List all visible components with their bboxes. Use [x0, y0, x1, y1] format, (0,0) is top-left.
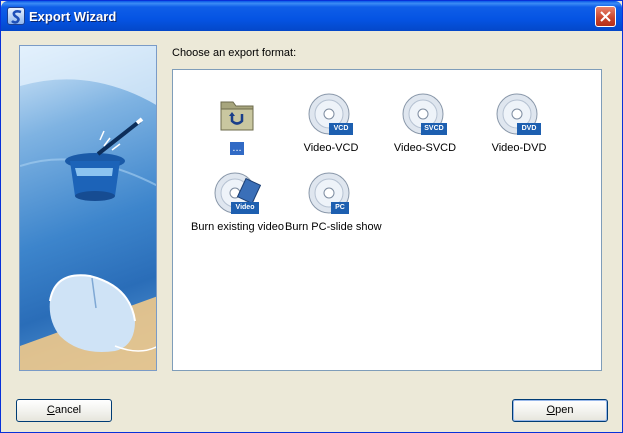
dvd-disc-icon: DVD [495, 92, 543, 140]
disc-badge: Video [235, 204, 255, 211]
disc-badge: PC [335, 204, 345, 211]
format-item-video-svcd[interactable]: SVCD Video-SVCD [377, 92, 473, 155]
window-title: Export Wizard [29, 9, 117, 24]
format-label: ... [230, 142, 244, 155]
cancel-button[interactable]: Cancel [16, 399, 112, 422]
video-disc-icon: Video [213, 171, 262, 219]
close-icon [600, 11, 611, 22]
open-label-rest: pen [555, 404, 574, 416]
pc-disc-icon: PC [307, 171, 355, 219]
cancel-label-rest: ancel [54, 404, 82, 416]
wizard-side-image [19, 45, 157, 371]
format-item-folder[interactable]: ... [189, 92, 285, 155]
open-button[interactable]: Open [512, 399, 608, 422]
disc-badge: SVCD [424, 125, 444, 132]
disc-badge: VCD [333, 125, 349, 132]
choose-format-prompt: Choose an export format: [172, 47, 297, 59]
export-wizard-window: Export Wizard Choose an export format: .… [0, 0, 623, 433]
format-label: Video-DVD [491, 142, 547, 154]
format-label: Video-VCD [303, 142, 359, 154]
format-item-burn-pc-slide-show[interactable]: PC Burn PC-slide show [283, 171, 382, 234]
disc-badge: DVD [521, 125, 537, 132]
svcd-disc-icon: SVCD [401, 92, 449, 140]
app-logo-icon [7, 7, 25, 25]
format-label: Burn PC-slide show [285, 221, 382, 233]
title-bar[interactable]: Export Wizard [1, 1, 622, 31]
open-mnemonic: O [546, 404, 556, 416]
cancel-mnemonic: C [46, 404, 55, 416]
format-label: Burn existing video [191, 221, 284, 233]
format-item-burn-existing-video[interactable]: Video Burn existing video [189, 171, 285, 234]
format-label: Video-SVCD [393, 142, 457, 154]
close-button[interactable] [595, 6, 616, 27]
format-item-video-dvd[interactable]: DVD Video-DVD [471, 92, 567, 155]
export-format-list[interactable]: ... VCD Video-VCD SVCD Video-SVCD DVD Vi… [172, 69, 602, 371]
vcd-disc-icon: VCD [307, 92, 355, 140]
format-item-video-vcd[interactable]: VCD Video-VCD [283, 92, 379, 155]
folder-icon [213, 92, 261, 140]
